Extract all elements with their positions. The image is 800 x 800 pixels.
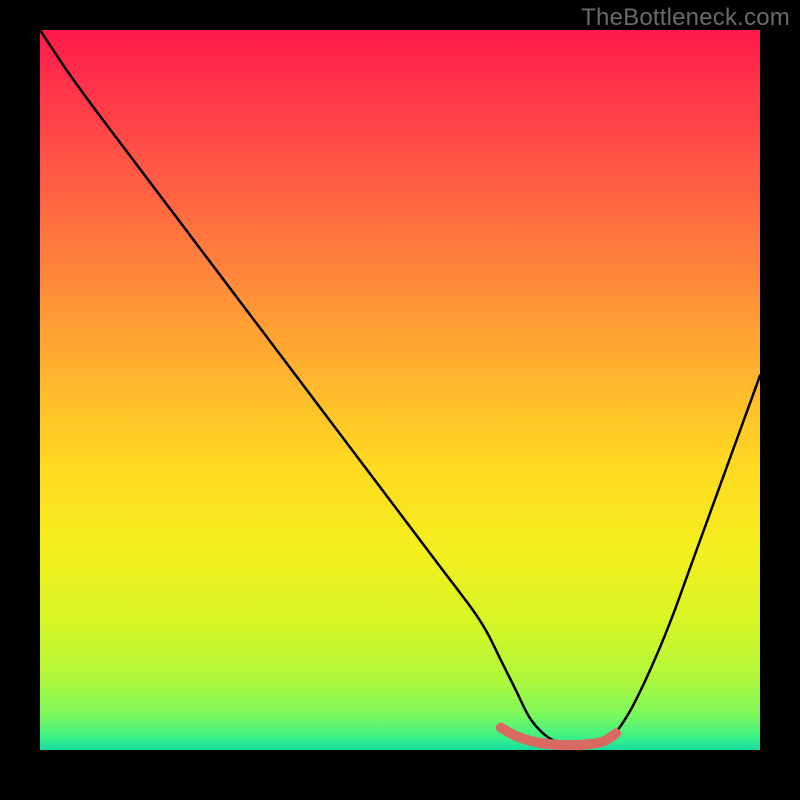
- gradient-background: [40, 30, 760, 750]
- watermark-text: TheBottleneck.com: [581, 4, 790, 32]
- chart-frame: TheBottleneck.com: [0, 0, 800, 800]
- chart-plot: [40, 30, 760, 750]
